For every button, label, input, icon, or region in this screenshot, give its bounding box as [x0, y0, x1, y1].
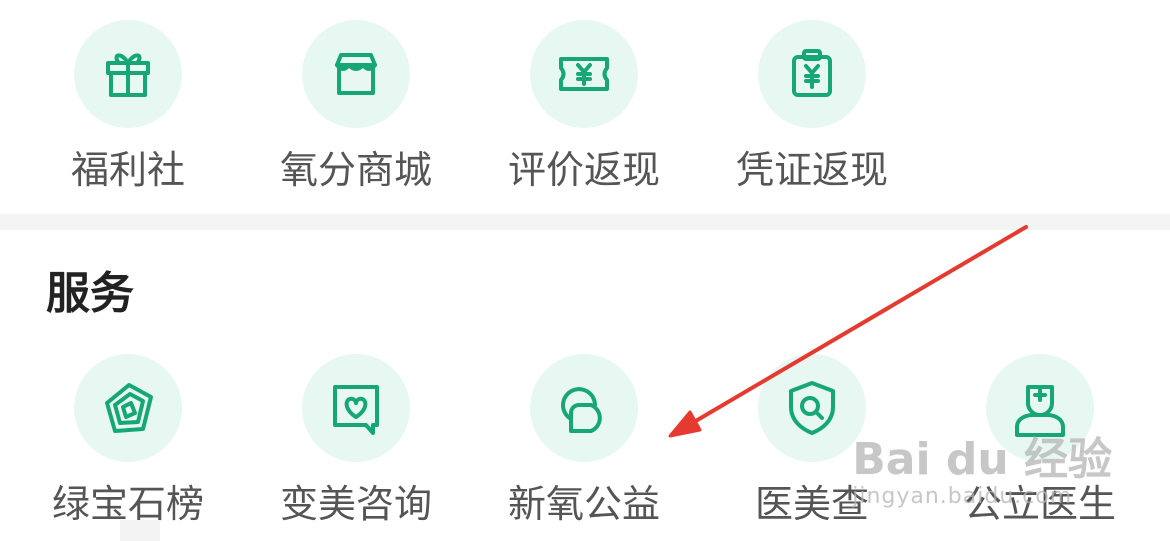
yen-clipboard-icon: [758, 20, 866, 128]
beauty-consult-entry[interactable]: 变美咨询: [256, 354, 456, 526]
welfare-club-entry[interactable]: 福利社: [28, 20, 228, 192]
charity-icon: [530, 354, 638, 462]
voucher-cashback-entry[interactable]: 凭证返现: [712, 20, 912, 192]
section-divider: [0, 214, 1170, 230]
gift-icon: [74, 20, 182, 128]
services-title: 服务: [46, 268, 134, 319]
bottom-fade: [120, 520, 160, 541]
chat-heart-icon: [302, 354, 410, 462]
yen-ticket-icon: [530, 20, 638, 128]
points-mall-label: 氧分商城: [279, 148, 432, 192]
baidu-watermark: Bai du 经验 jingyan.baidu.com: [852, 436, 1112, 510]
beauty-consult-label: 变美咨询: [279, 482, 432, 526]
points-mall-entry[interactable]: 氧分商城: [256, 20, 456, 192]
watermark-sub: jingyan.baidu.com: [852, 484, 1073, 509]
welfare-club-label: 福利社: [70, 148, 185, 192]
gem-icon: [74, 354, 182, 462]
watermark-main: Bai du 经验: [852, 434, 1112, 485]
soyoung-charity-label: 新氧公益: [507, 482, 660, 526]
review-cashback-entry[interactable]: 评价返现: [484, 20, 684, 192]
soyoung-charity-entry[interactable]: 新氧公益: [484, 354, 684, 526]
review-cashback-label: 评价返现: [507, 148, 660, 192]
shield-search-icon: [758, 354, 866, 462]
emerald-ranking-entry[interactable]: 绿宝石榜: [28, 354, 228, 526]
voucher-cashback-label: 凭证返现: [735, 148, 888, 192]
shop-icon: [302, 20, 410, 128]
